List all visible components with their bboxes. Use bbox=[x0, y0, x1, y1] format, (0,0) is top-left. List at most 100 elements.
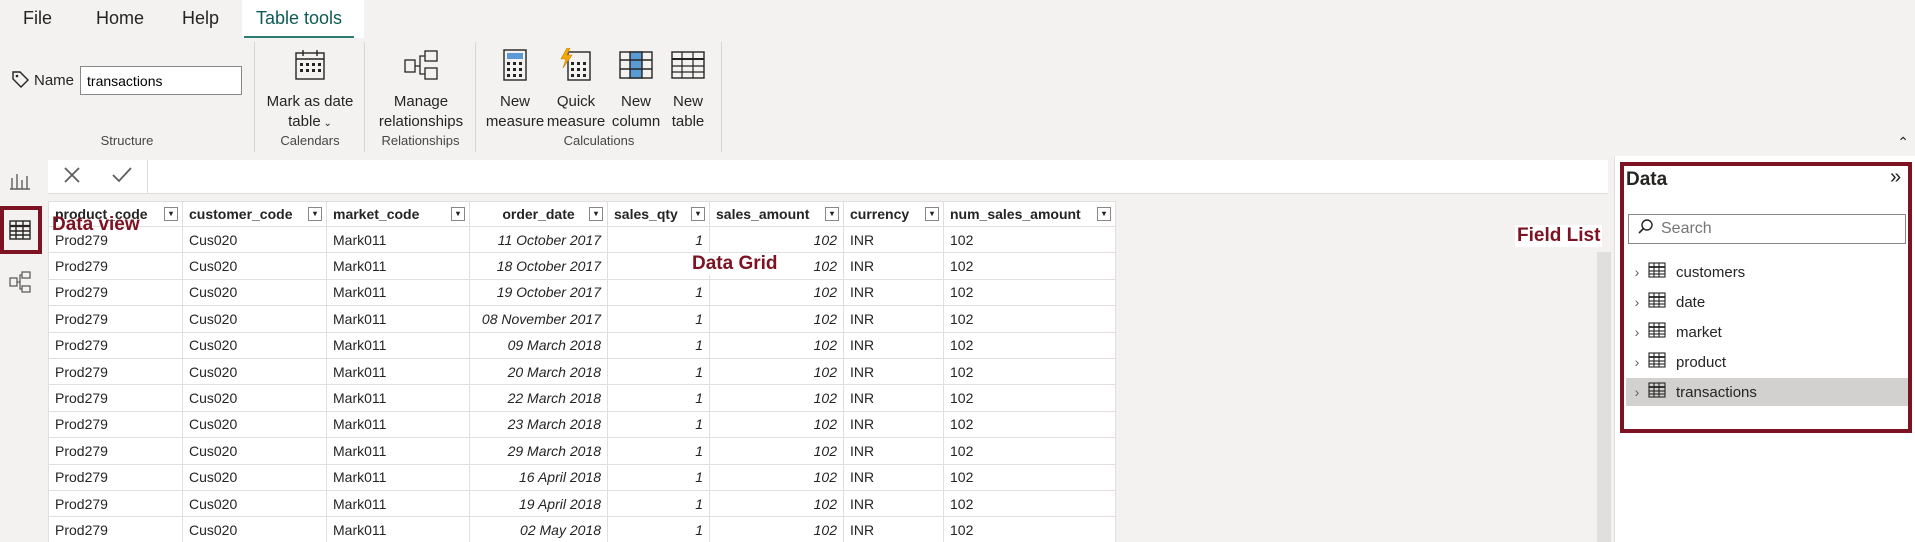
grid-cell[interactable]: Cus020 bbox=[182, 357, 327, 386]
grid-cell[interactable]: 19 October 2017 bbox=[469, 278, 608, 307]
report-view-icon[interactable] bbox=[8, 168, 32, 192]
grid-cell[interactable]: 102 bbox=[943, 463, 1116, 491]
grid-cell[interactable]: Prod279 bbox=[48, 437, 183, 465]
grid-cell[interactable]: 1 bbox=[607, 278, 710, 307]
field-search-box[interactable] bbox=[1628, 214, 1906, 244]
grid-cell[interactable]: Cus020 bbox=[182, 278, 327, 307]
grid-cell[interactable]: 1 bbox=[607, 437, 710, 465]
grid-cell[interactable]: Mark011 bbox=[326, 489, 470, 518]
grid-cell[interactable]: 29 March 2018 bbox=[469, 437, 608, 465]
grid-cell[interactable]: INR bbox=[843, 463, 944, 491]
chevron-right-icon[interactable]: › bbox=[1626, 264, 1648, 280]
table-row[interactable]: Prod279 Cus020 Mark011 19 October 2017 1 102 I… bbox=[48, 278, 1116, 307]
filter-dropdown-icon[interactable]: ▾ bbox=[589, 207, 603, 221]
grid-cell[interactable]: 102 bbox=[943, 410, 1116, 439]
tab-table-tools[interactable]: Table tools bbox=[243, 8, 355, 39]
chevron-right-icon[interactable]: › bbox=[1626, 324, 1648, 340]
grid-cell[interactable]: 102 bbox=[709, 384, 844, 412]
tab-home[interactable]: Home bbox=[96, 8, 144, 39]
grid-cell[interactable]: 102 bbox=[709, 516, 844, 542]
column-header[interactable]: sales_qty ▾ bbox=[607, 201, 710, 227]
chevron-right-icon[interactable]: › bbox=[1626, 354, 1648, 370]
grid-cell[interactable]: Cus020 bbox=[182, 331, 327, 359]
column-header[interactable]: num_sales_amount ▾ bbox=[943, 201, 1116, 227]
grid-cell[interactable]: 1 bbox=[607, 489, 710, 518]
grid-cell[interactable]: INR bbox=[843, 225, 944, 254]
table-row[interactable]: Prod279 Cus020 Mark011 29 March 2018 1 102 INR… bbox=[48, 437, 1116, 465]
grid-cell[interactable]: 102 bbox=[943, 384, 1116, 412]
grid-cell[interactable]: Cus020 bbox=[182, 384, 327, 412]
column-header[interactable]: sales_amount ▾ bbox=[709, 201, 844, 227]
field-list-table-item[interactable]: › market bbox=[1626, 318, 1908, 346]
grid-cell[interactable]: Prod279 bbox=[48, 305, 183, 333]
grid-cell[interactable]: Prod279 bbox=[48, 278, 183, 307]
grid-cell[interactable]: Cus020 bbox=[182, 437, 327, 465]
grid-cell[interactable]: INR bbox=[843, 516, 944, 542]
grid-cell[interactable]: Mark011 bbox=[326, 252, 470, 280]
grid-cell[interactable]: Mark011 bbox=[326, 516, 470, 542]
new-measure-button[interactable]: New measure bbox=[485, 48, 545, 132]
grid-cell[interactable]: Mark011 bbox=[326, 278, 470, 307]
grid-cell[interactable]: 19 April 2018 bbox=[469, 489, 608, 518]
table-row[interactable]: Prod279 Cus020 Mark011 23 March 2018 1 102 INR… bbox=[48, 410, 1116, 439]
grid-cell[interactable]: 102 bbox=[943, 437, 1116, 465]
new-column-button[interactable]: New column bbox=[609, 48, 663, 132]
grid-cell[interactable]: INR bbox=[843, 410, 944, 439]
grid-cell[interactable]: Mark011 bbox=[326, 384, 470, 412]
grid-cell[interactable]: INR bbox=[843, 331, 944, 359]
quick-measure-button[interactable]: Quick measure bbox=[545, 47, 607, 132]
name-input[interactable] bbox=[80, 66, 243, 95]
grid-cell[interactable]: Cus020 bbox=[182, 489, 327, 518]
grid-cell[interactable]: Mark011 bbox=[326, 410, 470, 439]
manage-relationships-button[interactable]: Manage relationships bbox=[376, 48, 466, 132]
grid-cell[interactable]: 102 bbox=[943, 305, 1116, 333]
grid-cell[interactable]: 1 bbox=[607, 516, 710, 542]
field-list-table-item[interactable]: › transactions bbox=[1626, 378, 1908, 406]
grid-cell[interactable]: Prod279 bbox=[48, 252, 183, 280]
filter-dropdown-icon[interactable]: ▾ bbox=[1097, 207, 1111, 221]
grid-cell[interactable]: 102 bbox=[709, 225, 844, 254]
filter-dropdown-icon[interactable]: ▾ bbox=[308, 207, 322, 221]
grid-cell[interactable]: Mark011 bbox=[326, 305, 470, 333]
grid-cell[interactable]: Prod279 bbox=[48, 410, 183, 439]
grid-cell[interactable]: 11 October 2017 bbox=[469, 225, 608, 254]
grid-cell[interactable]: 102 bbox=[943, 357, 1116, 386]
tab-file[interactable]: File bbox=[23, 8, 52, 39]
collapse-ribbon-icon[interactable]: ⌃ bbox=[1897, 134, 1909, 151]
column-header[interactable]: order_date ▾ bbox=[469, 201, 608, 227]
grid-cell[interactable]: 02 May 2018 bbox=[469, 516, 608, 542]
new-table-button[interactable]: New table bbox=[663, 48, 713, 132]
grid-cell[interactable]: Mark011 bbox=[326, 331, 470, 359]
grid-cell[interactable]: 102 bbox=[943, 252, 1116, 280]
grid-cell[interactable]: Mark011 bbox=[326, 357, 470, 386]
grid-cell[interactable]: 23 March 2018 bbox=[469, 410, 608, 439]
field-list-table-item[interactable]: › product bbox=[1626, 348, 1908, 376]
table-row[interactable]: Prod279 Cus020 Mark011 11 October 2017 1 102 I… bbox=[48, 225, 1116, 254]
grid-cell[interactable]: 102 bbox=[709, 357, 844, 386]
chevron-right-icon[interactable]: › bbox=[1626, 294, 1648, 310]
table-row[interactable]: Prod279Cus020Mark01118 October 20171102I… bbox=[48, 252, 1116, 280]
vertical-scrollbar[interactable] bbox=[1597, 252, 1611, 542]
table-row[interactable]: Prod279 Cus020 Mark011 22 March 2018 1 102 INR… bbox=[48, 384, 1116, 412]
grid-cell[interactable]: 102 bbox=[943, 225, 1116, 254]
grid-cell[interactable]: 102 bbox=[709, 278, 844, 307]
grid-cell[interactable]: 102 bbox=[709, 410, 844, 439]
commit-formula-icon[interactable] bbox=[111, 165, 133, 190]
grid-cell[interactable]: INR bbox=[843, 278, 944, 307]
model-view-icon[interactable] bbox=[8, 270, 32, 294]
field-list-table-item[interactable]: › date bbox=[1626, 288, 1908, 316]
grid-cell[interactable]: 102 bbox=[943, 489, 1116, 518]
table-row[interactable]: Prod279 Cus020 Mark011 08 November 2017 1 102… bbox=[48, 305, 1116, 333]
grid-cell[interactable]: 102 bbox=[943, 278, 1116, 307]
grid-cell[interactable]: 1 bbox=[607, 463, 710, 491]
grid-cell[interactable]: INR bbox=[843, 437, 944, 465]
grid-cell[interactable]: Prod279 bbox=[48, 516, 183, 542]
grid-cell[interactable]: 1 bbox=[607, 225, 710, 254]
grid-cell[interactable]: INR bbox=[843, 252, 944, 280]
grid-cell[interactable]: 1 bbox=[607, 305, 710, 333]
tab-help[interactable]: Help bbox=[182, 8, 219, 39]
grid-cell[interactable]: Mark011 bbox=[326, 225, 470, 254]
grid-cell[interactable]: Prod279 bbox=[48, 384, 183, 412]
grid-cell[interactable]: 22 March 2018 bbox=[469, 384, 608, 412]
grid-cell[interactable]: 102 bbox=[709, 305, 844, 333]
